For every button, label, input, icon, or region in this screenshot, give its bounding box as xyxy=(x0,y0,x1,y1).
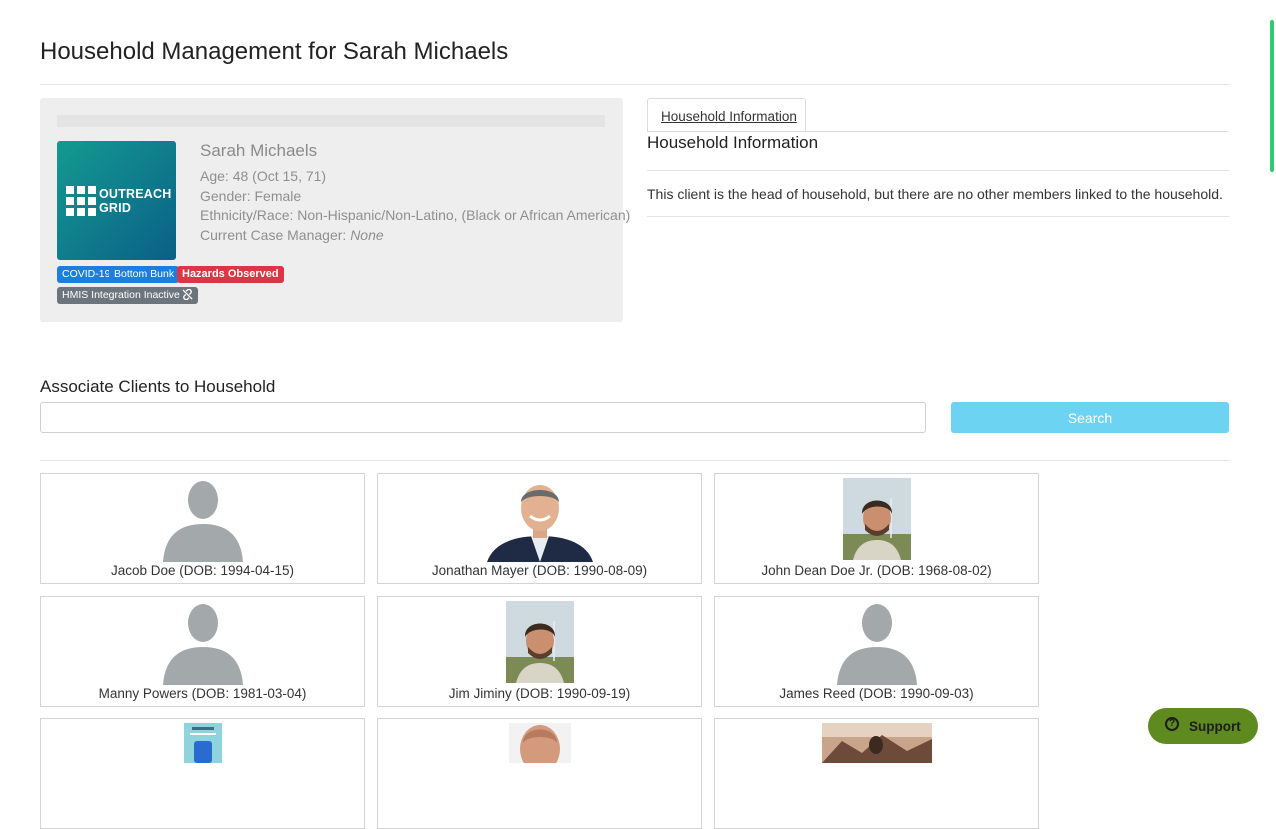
client-gender: Gender: Female xyxy=(200,188,302,204)
grid-logo-icon xyxy=(66,186,96,216)
associate-section-title: Associate Clients to Household xyxy=(40,377,276,396)
badge-hazards[interactable]: Hazards Observed xyxy=(177,266,284,283)
client-result-jim-jiminy[interactable]: Jim Jiminy (DOB: 1990-09-19) xyxy=(377,596,702,707)
client-result-row3-3[interactable] xyxy=(714,718,1039,829)
client-result-row3-2[interactable] xyxy=(377,718,702,829)
client-name: Sarah Michaels xyxy=(200,141,318,160)
client-result-jonathan-mayer[interactable]: Jonathan Mayer (DOB: 1990-08-09) xyxy=(377,473,702,584)
client-search-input[interactable] xyxy=(40,402,926,433)
card-header-strip xyxy=(57,115,605,127)
avatar-silhouette-icon xyxy=(162,481,243,562)
avatar-silhouette-icon xyxy=(162,604,243,685)
client-result-manny-powers[interactable]: Manny Powers (DOB: 1981-03-04) xyxy=(40,596,365,707)
panel-divider xyxy=(647,170,1229,171)
avatar-photo-bald-man xyxy=(508,723,571,763)
client-label: Jim Jiminy (DOB: 1990-09-19) xyxy=(448,686,631,701)
support-button[interactable]: ? Support xyxy=(1148,708,1258,744)
logo-wordmark: OUTREACH GRID xyxy=(99,187,172,215)
client-age: Age: 48 (Oct 15, 71) xyxy=(200,168,327,184)
client-case-manager: Current Case Manager: None xyxy=(200,227,384,243)
household-message: This client is the head of household, bu… xyxy=(647,186,1223,202)
avatar-photo-phone-screen xyxy=(183,723,222,763)
avatar-photo-young-man xyxy=(842,478,911,560)
household-panel-title: Household Information xyxy=(647,133,819,152)
client-ethnicity: Ethnicity/Race: Non-Hispanic/Non-Latino,… xyxy=(200,207,631,223)
client-label: Jonathan Mayer (DOB: 1990-08-09) xyxy=(431,563,648,578)
panel-divider-bottom xyxy=(647,216,1229,217)
client-result-james-reed[interactable]: James Reed (DOB: 1990-09-03) xyxy=(714,596,1039,707)
client-label: John Dean Doe Jr. (DOB: 1968-08-02) xyxy=(761,563,992,578)
client-label: Jacob Doe (DOB: 1994-04-15) xyxy=(110,563,295,578)
client-label: James Reed (DOB: 1990-09-03) xyxy=(779,686,974,701)
title-divider xyxy=(40,84,1229,85)
results-divider xyxy=(40,460,1229,461)
avatar-photo-landscape xyxy=(821,723,932,763)
unlink-icon xyxy=(182,288,193,301)
client-result-row3-1[interactable] xyxy=(40,718,365,829)
avatar-silhouette-icon xyxy=(836,604,917,685)
badge-bottom-bunk[interactable]: Bottom Bunk xyxy=(109,266,180,283)
page-title: Household Management for Sarah Michaels xyxy=(40,38,509,65)
tab-baseline xyxy=(647,131,1229,132)
tab-household-information[interactable]: Household Information xyxy=(647,98,806,132)
badge-hmis-inactive[interactable]: HMIS Integration Inactive xyxy=(57,287,198,304)
search-button[interactable]: Search xyxy=(951,402,1229,433)
client-result-jacob-doe[interactable]: Jacob Doe (DOB: 1994-04-15) xyxy=(40,473,365,584)
scroll-indicator[interactable] xyxy=(1270,20,1274,172)
avatar-photo-man-suit xyxy=(486,478,593,562)
avatar-photo-young-man xyxy=(505,601,574,683)
client-summary-card: OUTREACH GRID Sarah Michaels Age: 48 (Oc… xyxy=(40,98,630,322)
client-label: Manny Powers (DOB: 1981-03-04) xyxy=(98,686,307,701)
badge-covid[interactable]: COVID-19 xyxy=(57,266,116,283)
client-result-john-dean-doe-jr[interactable]: John Dean Doe Jr. (DOB: 1968-08-02) xyxy=(714,473,1039,584)
client-photo-logo: OUTREACH GRID xyxy=(57,141,176,260)
help-circle-icon: ? xyxy=(1165,717,1179,731)
